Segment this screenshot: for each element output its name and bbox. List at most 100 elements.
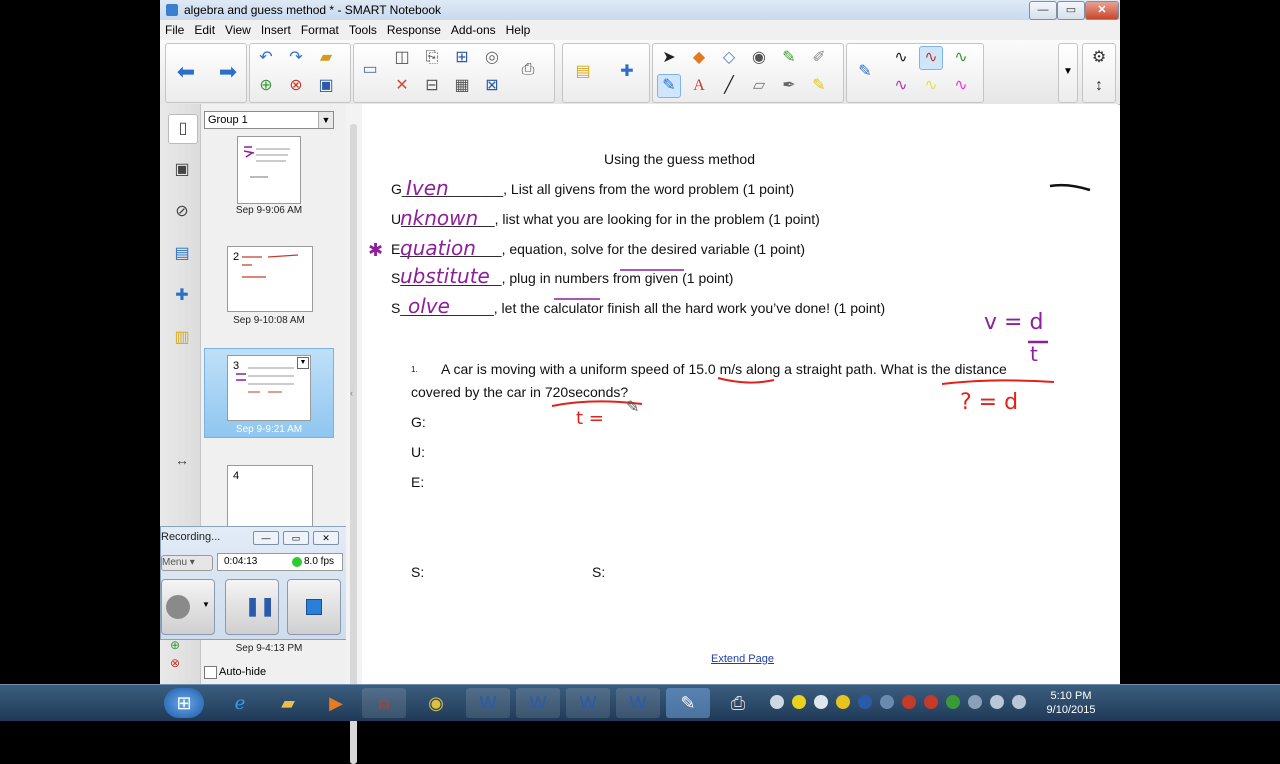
word-document-3-icon[interactable]: W xyxy=(566,688,610,718)
highlighter-icon[interactable]: ✎ xyxy=(807,74,831,98)
recorder-restore-button[interactable]: ▭ xyxy=(283,531,309,545)
menu-tools[interactable]: Tools xyxy=(344,21,382,39)
pen-style-red[interactable]: ∿ xyxy=(919,46,943,70)
menu-insert[interactable]: Insert xyxy=(256,21,296,39)
pen-style-pink[interactable]: ∿ xyxy=(949,74,973,98)
eraser-tool-icon[interactable]: ◇ xyxy=(717,46,741,70)
group-select[interactable]: Group 1 ▼ xyxy=(204,111,334,129)
addon-puzzle-icon[interactable]: ✚ xyxy=(615,60,639,84)
menu-file[interactable]: File xyxy=(160,21,189,39)
document-camera-taskbar-icon[interactable]: ⎙ xyxy=(716,688,760,718)
text-tool-icon[interactable]: A xyxy=(687,74,711,98)
pen-style-yellow[interactable]: ∿ xyxy=(919,74,943,98)
chevron-down-icon[interactable]: ▼ xyxy=(318,112,333,128)
tray-volume-icon[interactable] xyxy=(1012,695,1026,709)
addons-tab-icon[interactable]: ✚ xyxy=(168,282,196,310)
smart-notebook-taskbar-icon[interactable]: ✎ xyxy=(666,688,710,718)
file-explorer-icon[interactable]: ▰ xyxy=(266,688,310,718)
properties-icon[interactable]: ◎ xyxy=(480,46,504,70)
move-toolbar-icon[interactable]: ↕ xyxy=(1087,74,1111,98)
grid-icon[interactable]: ▦ xyxy=(450,74,474,98)
stop-button[interactable] xyxy=(287,579,341,635)
menu-add-ons[interactable]: Add-ons xyxy=(446,21,501,39)
menu-view[interactable]: View xyxy=(220,21,256,39)
clock[interactable]: 5:10 PM 9/10/2015 xyxy=(1030,689,1112,717)
collapse-arrow-icon[interactable]: ‹ xyxy=(350,388,353,398)
magic-pen-icon[interactable]: ✐ xyxy=(807,46,831,70)
pen-properties-icon[interactable]: ✎ xyxy=(853,60,877,84)
tray-network-icon[interactable] xyxy=(770,695,784,709)
eraser-icon[interactable]: ▱ xyxy=(747,74,771,98)
start-button[interactable]: ⊞ xyxy=(164,688,204,718)
gear-icon[interactable]: ⚙ xyxy=(1087,46,1111,70)
tray-display-icon[interactable] xyxy=(880,695,894,709)
menu-format[interactable]: Format xyxy=(296,21,344,39)
pen-tool-icon[interactable]: ✎ xyxy=(657,74,681,98)
show-hide-icon[interactable]: ⊟ xyxy=(420,74,444,98)
record-button[interactable]: ▼ xyxy=(161,579,215,635)
move-sidebar-icon[interactable]: ↔ xyxy=(168,446,196,474)
save-icon[interactable]: ▣ xyxy=(314,74,338,98)
scrollbar-thumb[interactable] xyxy=(350,124,357,764)
recorder-close-button[interactable]: ✕ xyxy=(313,531,339,545)
line-tool-icon[interactable]: ╱ xyxy=(717,74,741,98)
tray-battery-icon[interactable] xyxy=(968,695,982,709)
tray-connect-icon[interactable] xyxy=(814,695,828,709)
word-document-1-icon[interactable]: W xyxy=(466,688,510,718)
tray-norton-icon[interactable] xyxy=(792,695,806,709)
creative-pen-icon[interactable]: ✎ xyxy=(777,46,801,70)
next-page-icon[interactable]: ➡ xyxy=(216,60,240,84)
delete-icon[interactable]: ✕ xyxy=(390,74,414,98)
pen-style-purple[interactable]: ∿ xyxy=(889,74,913,98)
whiteboard-page[interactable]: Using the guess method G_____________, L… xyxy=(362,104,1118,684)
pen-style-black[interactable]: ∿ xyxy=(889,46,913,70)
redo-icon[interactable]: ↷ xyxy=(284,46,308,70)
menu-help[interactable]: Help xyxy=(501,21,536,39)
delete-page-icon[interactable]: ⊗ xyxy=(284,74,308,98)
properties-tab-icon[interactable]: ▤ xyxy=(168,240,196,268)
undo-icon[interactable]: ↶ xyxy=(254,46,278,70)
page-thumbnail-4[interactable]: 4 xyxy=(227,465,313,529)
tray-bluetooth-icon[interactable] xyxy=(858,695,872,709)
media-player-icon[interactable]: ▶ xyxy=(314,688,358,718)
minimize-button[interactable]: — xyxy=(1029,1,1057,20)
chrome-icon[interactable]: ◉ xyxy=(414,688,458,718)
pause-button[interactable]: ❚❚ xyxy=(225,579,279,635)
previous-page-icon[interactable]: ⬅ xyxy=(174,60,198,84)
word-document-4-icon[interactable]: W xyxy=(616,688,660,718)
page-menu-arrow-icon[interactable]: ▼ xyxy=(297,357,309,369)
tray-security-icon[interactable] xyxy=(946,695,960,709)
lesson-activity-icon[interactable]: ▤ xyxy=(571,60,595,84)
document-camera-icon[interactable]: ⎘ xyxy=(420,46,444,70)
page-sorter-tab-icon[interactable]: ▯ xyxy=(168,114,198,144)
fill-icon[interactable]: ◉ xyxy=(747,46,771,70)
calligraphy-pen-icon[interactable]: ✒ xyxy=(777,74,801,98)
page-thumbnail-2[interactable]: 2 xyxy=(227,246,313,312)
close-button[interactable]: ✕ xyxy=(1085,1,1119,20)
toolbar-overflow[interactable]: ▼ xyxy=(1058,43,1078,103)
word-document-2-icon[interactable]: W xyxy=(516,688,560,718)
shapes-icon[interactable]: ◆ xyxy=(687,46,711,70)
chevron-down-icon[interactable]: ▼ xyxy=(202,600,210,609)
delete-page-small-icon[interactable]: ⊗ xyxy=(170,656,184,670)
select-arrow-icon[interactable]: ➤ xyxy=(657,46,681,70)
open-folder-icon[interactable]: ▰ xyxy=(314,46,338,70)
extend-page-link[interactable]: Extend Page xyxy=(711,653,774,665)
maximize-button[interactable]: ▭ xyxy=(1057,1,1085,20)
table-icon[interactable]: ⊞ xyxy=(450,46,474,70)
autohide-checkbox[interactable] xyxy=(204,666,217,679)
capture-icon[interactable]: ◫ xyxy=(390,46,414,70)
recorder-minimize-button[interactable]: — xyxy=(253,531,279,545)
gallery-tab-icon[interactable]: ▣ xyxy=(168,156,196,184)
add-page-icon[interactable]: ⊕ xyxy=(254,74,278,98)
page-thumbnail-1[interactable] xyxy=(237,136,301,204)
tray-power-icon[interactable] xyxy=(924,695,938,709)
smart-recorder-taskbar-icon[interactable]: ⍝ xyxy=(362,688,406,718)
lesson-tab-icon[interactable]: ▥ xyxy=(168,324,196,352)
attachments-tab-icon[interactable]: ⊘ xyxy=(168,198,196,226)
sidebar-splitter[interactable] xyxy=(346,104,363,764)
screen-shade-icon[interactable]: ▭ xyxy=(358,58,382,82)
tray-office-icon[interactable] xyxy=(902,695,916,709)
chevron-down-icon[interactable]: ▼ xyxy=(1056,60,1080,84)
menu-edit[interactable]: Edit xyxy=(189,21,220,39)
